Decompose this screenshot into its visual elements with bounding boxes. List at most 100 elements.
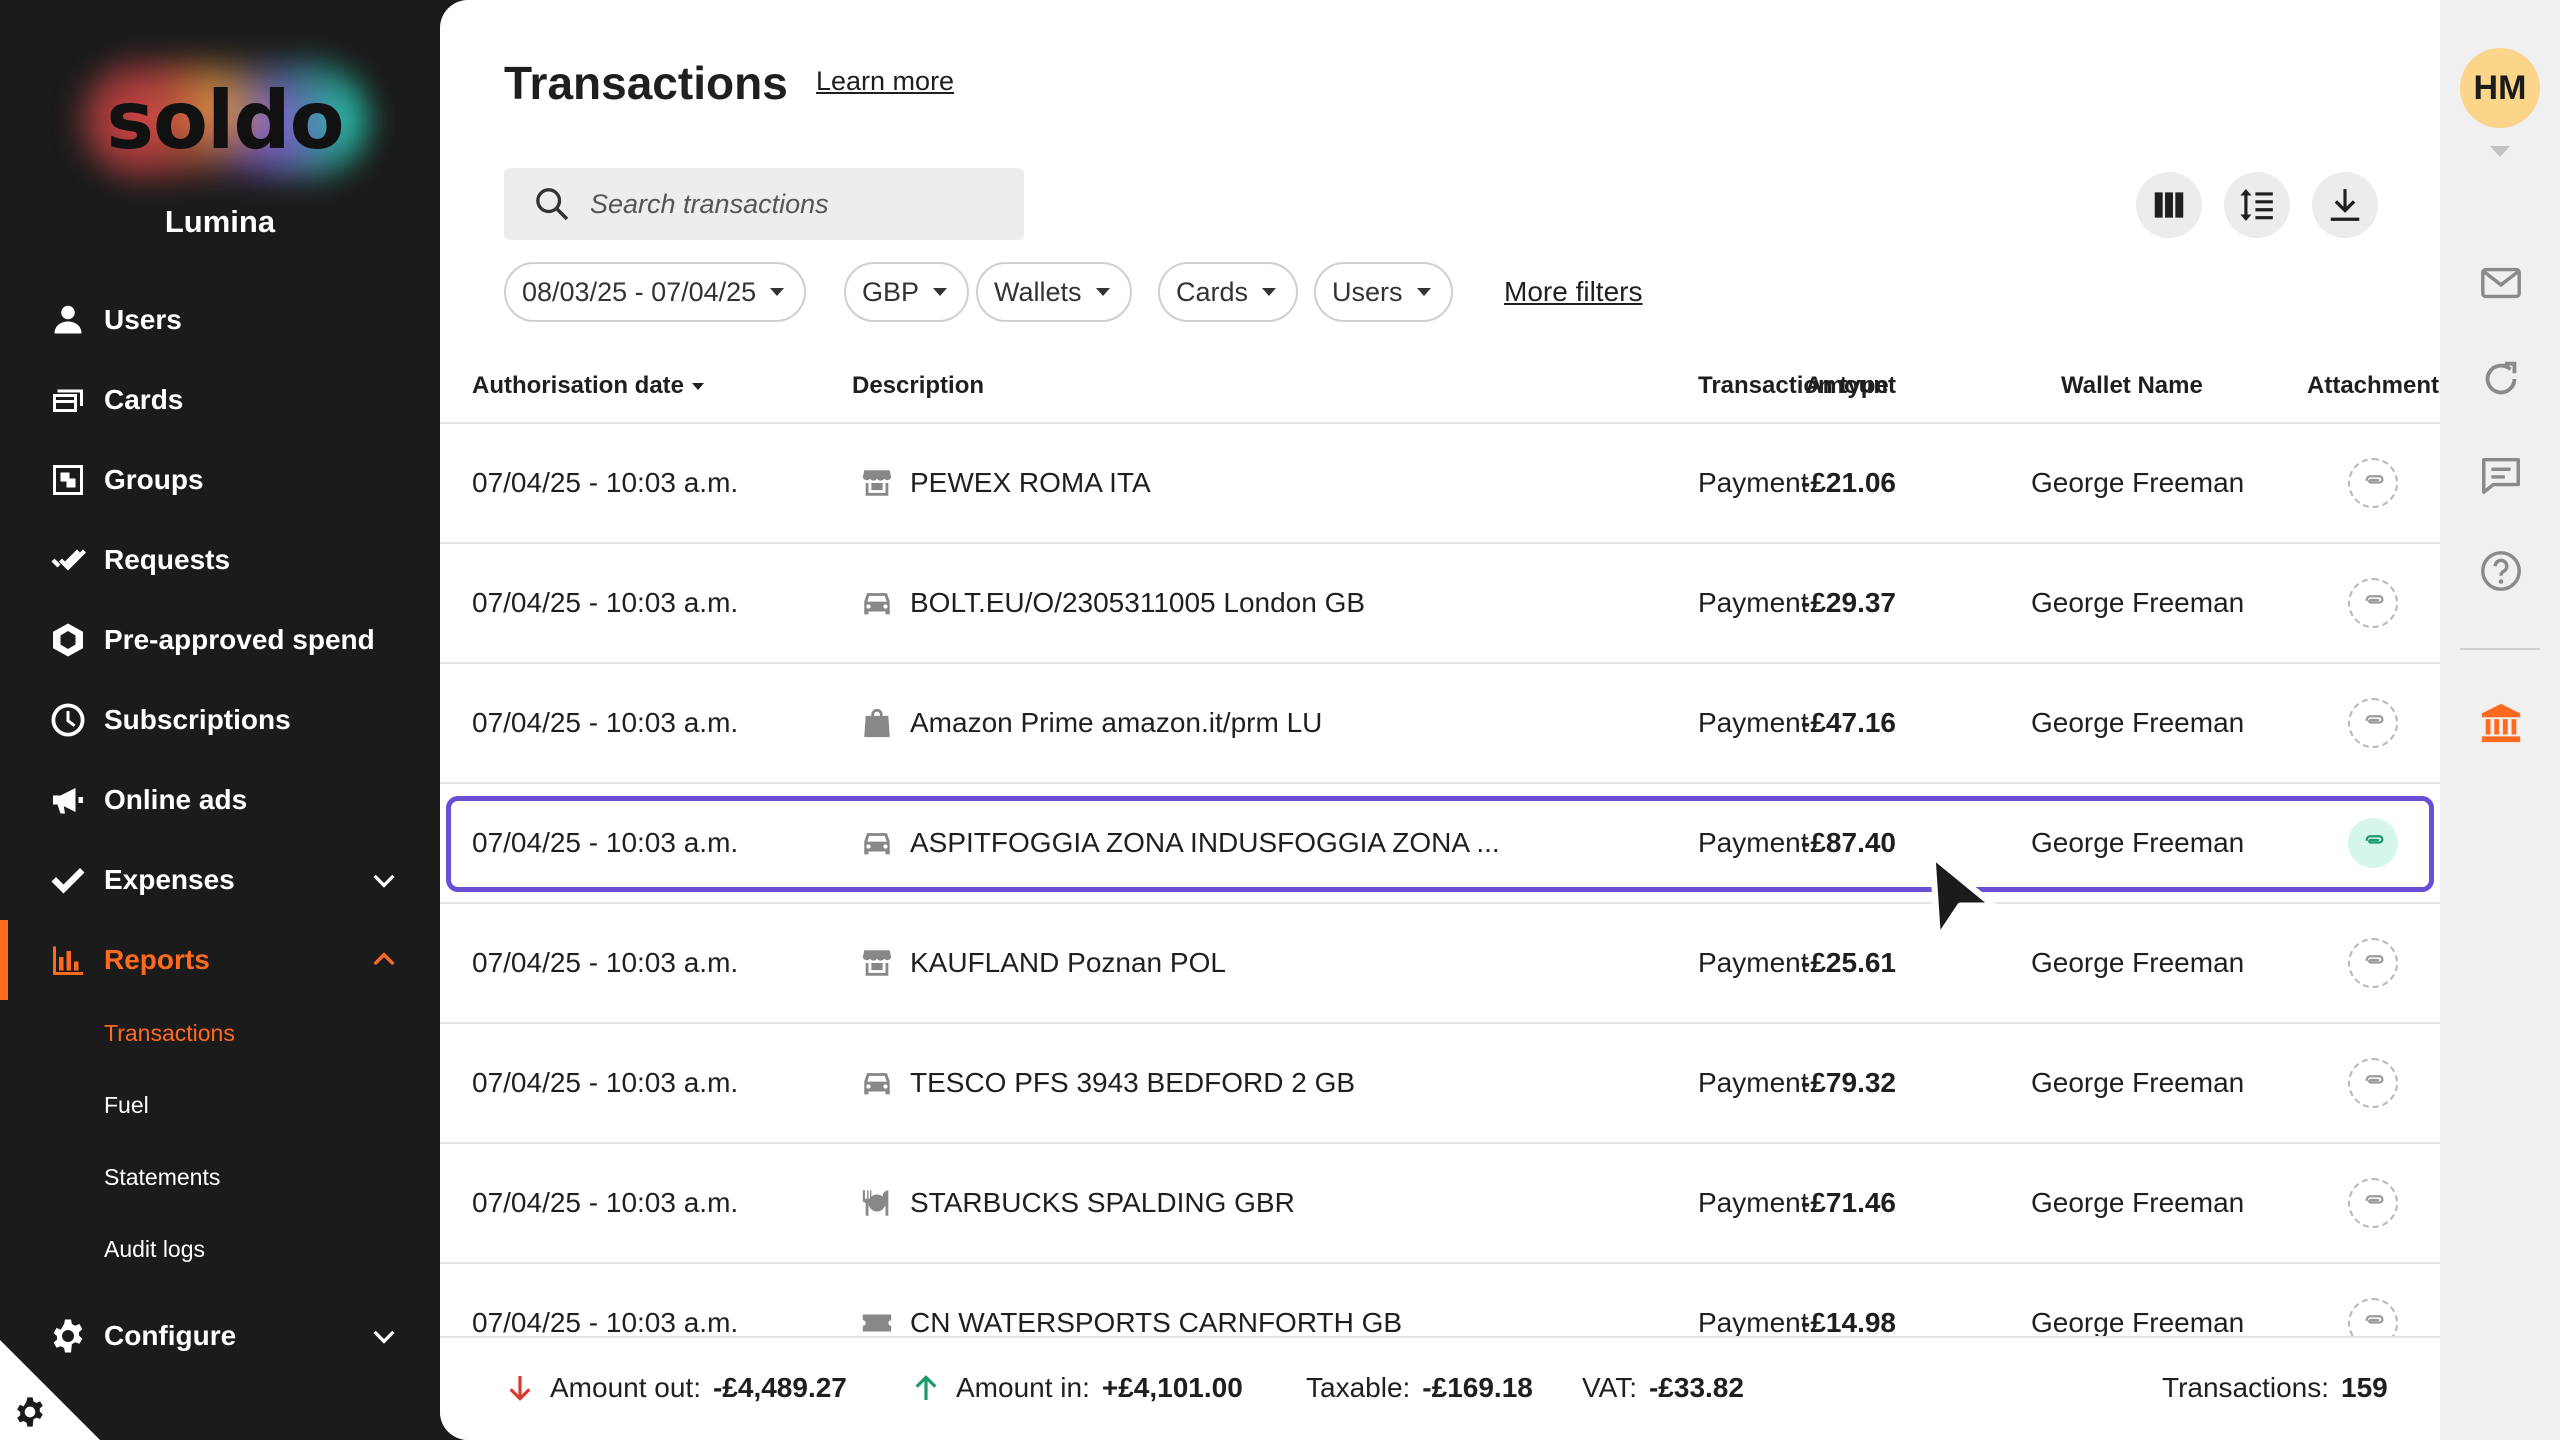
column-header-date[interactable]: Authorisation date: [472, 372, 705, 400]
transaction-type: Payment: [1698, 1187, 1809, 1218]
transaction-type: Payment: [1698, 587, 1809, 618]
chat-icon[interactable]: [2478, 452, 2524, 498]
sidebar-item-label: Pre-approved spend: [104, 624, 375, 655]
row-density-button[interactable]: [2224, 172, 2290, 238]
wallet-name: George Freeman: [2031, 587, 2245, 618]
sidebar-item-expenses[interactable]: Expenses: [0, 848, 440, 912]
store-icon: [862, 950, 892, 976]
sidebar-item-requests[interactable]: Requests: [0, 528, 440, 592]
megaphone-icon: [48, 780, 88, 820]
chevron-down-icon[interactable]: [368, 1320, 400, 1352]
column-header-wallet-name[interactable]: Wallet Name: [2061, 372, 2203, 400]
right-rail: HM: [2440, 0, 2560, 1440]
sidebar-item-pre-approved-spend[interactable]: Pre-approved spend: [0, 608, 440, 672]
attachment-button[interactable]: [2348, 818, 2398, 868]
chevron-up-icon[interactable]: [368, 944, 400, 976]
summary-bar: Amount out: -£4,489.27 Amount in: +£4,101.…: [440, 1336, 2440, 1440]
soldo-logo[interactable]: soldo: [80, 60, 370, 180]
arrow-down-icon: [509, 1376, 531, 1401]
sidebar-item-reports[interactable]: Reports: [0, 928, 440, 992]
sidebar-item-online-ads[interactable]: Online ads: [0, 768, 440, 832]
attachment-button[interactable]: [2348, 938, 2398, 988]
sidebar-item-label: Subscriptions: [104, 704, 291, 735]
sidebar-item-label: Users: [104, 304, 182, 335]
sidebar-item-configure[interactable]: Configure: [0, 1304, 440, 1368]
taxable-summary: Taxable: -£169.18: [1306, 1372, 1533, 1403]
transaction-amount: -£79.32: [1801, 1067, 1896, 1098]
caret-down-icon[interactable]: [2490, 146, 2510, 157]
amount-in-summary: Amount in: +£4,101.00: [910, 1372, 1243, 1404]
car-icon: [864, 1073, 890, 1095]
table-row[interactable]: 07/04/25 - 10:03 a.m. STARBUCKS SPALDING …: [440, 1144, 2440, 1264]
wallets-filter[interactable]: Wallets: [976, 262, 1132, 322]
search-input[interactable]: [590, 188, 990, 220]
sidebar-item-subscriptions[interactable]: Subscriptions: [0, 688, 440, 752]
currency-filter[interactable]: GBP: [844, 262, 970, 322]
attachment-button[interactable]: [2348, 578, 2398, 628]
transaction-description: ASPITFOGGIA ZONA INDUSFOGGIA ZONA ...: [860, 826, 1500, 860]
amount-in-value: +£4,101.00: [1101, 1372, 1243, 1403]
table-row[interactable]: 07/04/25 - 10:03 a.m. KAUFLAND Poznan POL…: [440, 904, 2440, 1024]
learn-more-link[interactable]: Learn more: [816, 66, 954, 97]
transaction-date: 07/04/25 - 10:03 a.m.: [472, 1067, 739, 1098]
rail-divider: [2460, 648, 2540, 650]
wallet-name: George Freeman: [2031, 707, 2245, 738]
sidebar-subitem-fuel[interactable]: Fuel: [104, 1092, 149, 1119]
store-icon: [862, 470, 892, 496]
restaurant-icon: [862, 1190, 889, 1216]
sidebar-subitem-transactions[interactable]: Transactions: [104, 1020, 235, 1047]
gear-icon: [48, 1316, 88, 1356]
table-row[interactable]: 07/04/25 - 10:03 a.m. BOLT.EU/O/230531100…: [440, 544, 2440, 664]
more-filters-link[interactable]: More filters: [1504, 276, 1642, 308]
bank-icon[interactable]: [2478, 700, 2524, 746]
table-row[interactable]: 07/04/25 - 10:03 a.m. Amazon Prime amazon…: [440, 664, 2440, 784]
table-row[interactable]: 07/04/25 - 10:03 a.m. TESCO PFS 3943 BEDF…: [440, 1024, 2440, 1144]
date-range-filter[interactable]: 08/03/25 - 07/04/25: [504, 262, 807, 322]
cards-filter[interactable]: Cards: [1158, 262, 1299, 322]
table-row[interactable]: 07/04/25 - 10:03 a.m. PEWEX ROMA ITA -£21.…: [440, 424, 2440, 544]
mail-icon[interactable]: [2478, 260, 2524, 306]
search-box[interactable]: [504, 168, 1024, 240]
sidebar-item-users[interactable]: Users: [0, 288, 440, 352]
columns-icon: [2154, 192, 2184, 218]
column-header-description[interactable]: Description: [852, 372, 984, 400]
sidebar-subitem-audit-logs[interactable]: Audit logs: [104, 1236, 205, 1263]
transaction-date: 07/04/25 - 10:03 a.m.: [472, 1187, 739, 1218]
help-icon[interactable]: [2478, 548, 2524, 594]
wallet-name: George Freeman: [2031, 947, 2245, 978]
chevron-down-icon[interactable]: [368, 864, 400, 896]
organization-name: Lumina: [164, 204, 276, 239]
amount-out-value: -£4,489.27: [712, 1372, 847, 1403]
column-header-transaction-type[interactable]: Transaction type: [1698, 372, 1889, 400]
hexagon-icon: [48, 620, 88, 660]
table-header: Authorisation date Description Amount Tr…: [440, 360, 2440, 424]
transaction-type: Payment: [1698, 1307, 1809, 1338]
attachment-button[interactable]: [2348, 1058, 2398, 1108]
table-row[interactable]: 07/04/25 - 10:03 a.m. ASPITFOGGIA ZONA IN…: [440, 784, 2440, 904]
sidebar-item-groups[interactable]: Groups: [0, 448, 440, 512]
transaction-description: KAUFLAND Poznan POL: [860, 946, 1226, 980]
refresh-icon[interactable]: [2478, 356, 2524, 402]
download-button[interactable]: [2312, 172, 2378, 238]
sidebar-item-label: Configure: [104, 1320, 237, 1351]
car-icon: [864, 833, 890, 855]
line-height-icon: [2240, 189, 2273, 221]
columns-button[interactable]: [2136, 172, 2202, 238]
transaction-amount: -£29.37: [1801, 587, 1896, 618]
sidebar-item-cards[interactable]: Cards: [0, 368, 440, 432]
attachment-button[interactable]: [2348, 458, 2398, 508]
car-icon: [864, 593, 890, 615]
transaction-date: 07/04/25 - 10:03 a.m.: [472, 1307, 739, 1338]
attachment-button[interactable]: [2348, 698, 2398, 748]
filter-label: Wallets: [994, 276, 1082, 307]
download-icon: [2330, 189, 2360, 221]
wallet-name: George Freeman: [2031, 467, 2245, 498]
attachment-button[interactable]: [2348, 1178, 2398, 1228]
paperclip-icon: [2358, 1185, 2388, 1222]
users-filter[interactable]: Users: [1314, 262, 1453, 322]
transaction-amount: -£21.06: [1801, 467, 1896, 498]
transaction-date: 07/04/25 - 10:03 a.m.: [472, 587, 739, 618]
sidebar-subitem-statements[interactable]: Statements: [104, 1164, 220, 1191]
user-avatar[interactable]: HM: [2460, 48, 2540, 128]
column-header-attachment[interactable]: Attachment: [2307, 372, 2439, 400]
